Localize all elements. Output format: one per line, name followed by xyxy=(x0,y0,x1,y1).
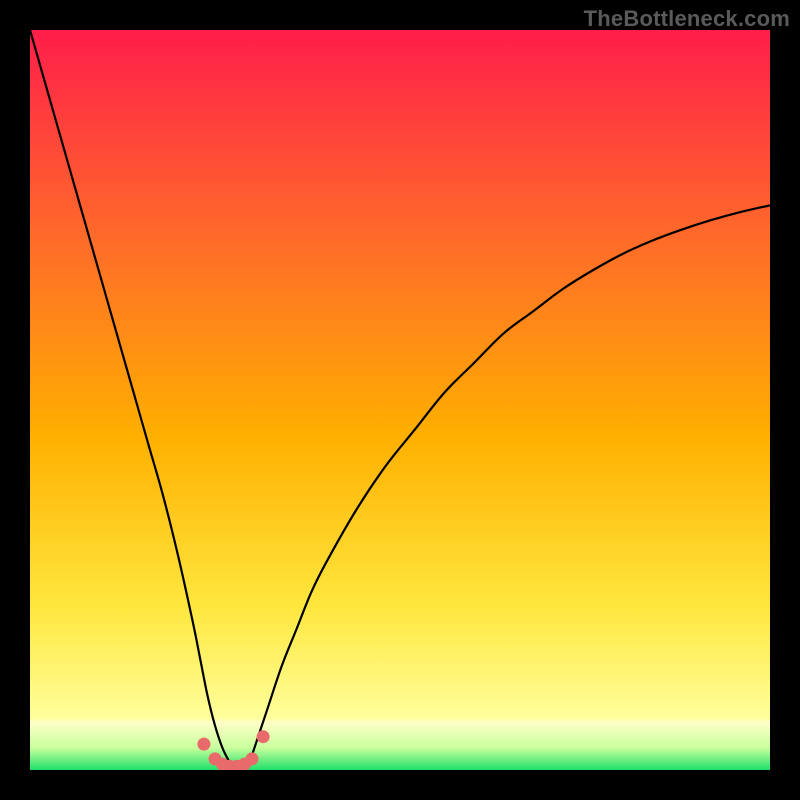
chart-container: TheBottleneck.com xyxy=(0,0,800,800)
plot-area xyxy=(30,30,770,770)
curve-left-branch xyxy=(30,30,230,763)
watermark-text: TheBottleneck.com xyxy=(584,6,790,32)
chart-svg xyxy=(30,30,770,770)
optimum-marker xyxy=(257,730,270,743)
curve-right-branch xyxy=(252,205,770,755)
optimum-markers xyxy=(197,730,269,770)
optimum-marker xyxy=(246,752,259,765)
optimum-marker xyxy=(197,738,210,751)
